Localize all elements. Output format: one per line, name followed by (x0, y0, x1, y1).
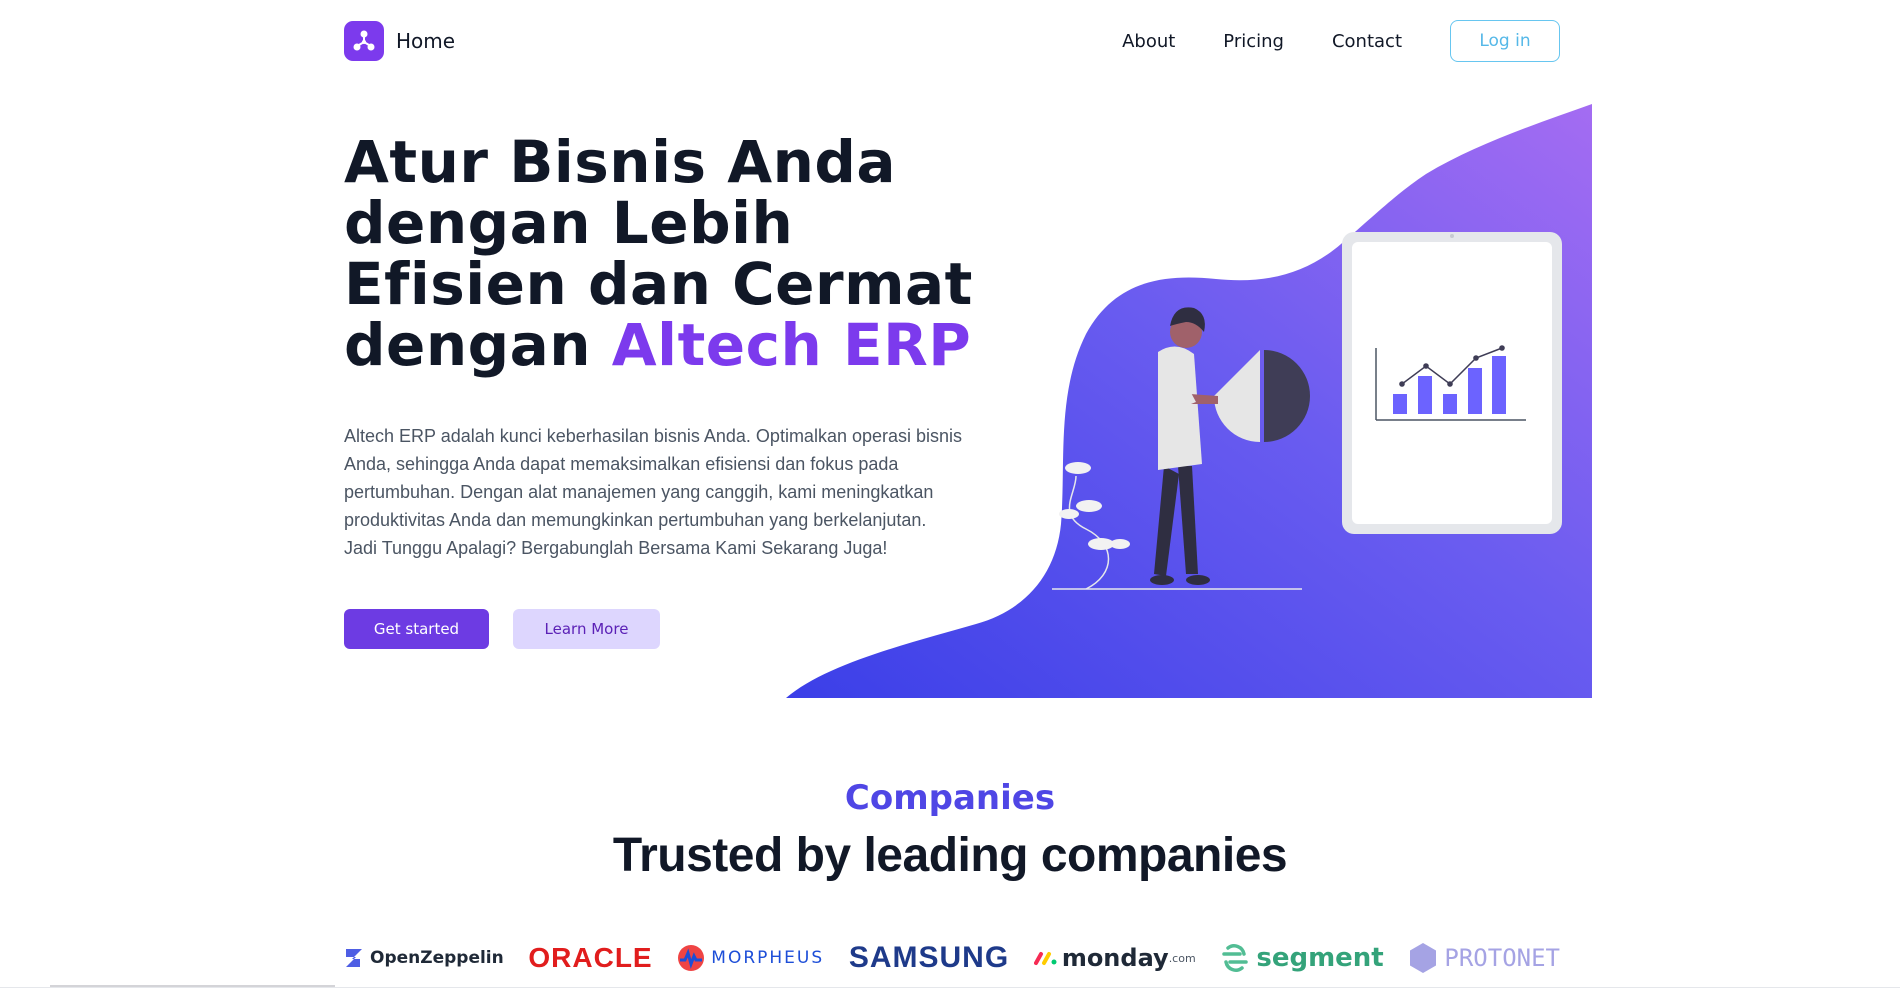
tablet-device (1342, 232, 1562, 534)
hero-title-prefix: dengan (344, 311, 612, 379)
logo-oracle-text: ORACLE (528, 942, 653, 973)
nav-link-contact[interactable]: Contact (1332, 31, 1402, 52)
logo-samsung: SAMSUNG (849, 941, 1009, 975)
logo-monday-text: monday (1061, 944, 1169, 972)
brand-label: Home (396, 29, 456, 53)
monday-icon (1033, 952, 1057, 965)
logo-openzeppelin: OpenZeppelin (344, 947, 504, 969)
brand-logo-icon (344, 21, 384, 61)
segment-icon (1222, 944, 1249, 972)
brand-home-link[interactable]: Home (344, 21, 455, 61)
logo-monday-suffix: .com (1168, 951, 1196, 965)
protonet-icon (1410, 943, 1437, 973)
logo-morpheus: MORPHEUS (677, 944, 824, 972)
logo-segment-text: segment (1256, 943, 1384, 973)
logo-oracle: ORACLE (528, 942, 652, 974)
horizontal-scrollbar[interactable] (50, 985, 335, 987)
learn-more-button[interactable]: Learn More (513, 609, 660, 649)
logo-protonet-text: PROTONET (1444, 944, 1560, 972)
logo-monday: monday .com (1033, 944, 1196, 972)
get-started-button[interactable]: Get started (344, 609, 489, 649)
openzeppelin-icon (346, 949, 362, 967)
companies-title: Trusted by leading companies (612, 829, 1288, 882)
nav-link-about[interactable]: About (1122, 31, 1175, 52)
nav-link-pricing[interactable]: Pricing (1223, 31, 1284, 52)
company-logos: OpenZeppelin ORACLE MORPHEUS SAMSUNG mon… (344, 938, 1560, 978)
companies-eyebrow: Companies (844, 778, 1056, 818)
logo-morpheus-text: MORPHEUS (711, 948, 825, 968)
navbar: Home About Pricing Contact Log in (344, 20, 1560, 64)
logo-openzeppelin-text: OpenZeppelin (370, 948, 504, 968)
logo-samsung-text: SAMSUNG (848, 941, 1010, 974)
hero-title-line-2: dengan Lebih (344, 189, 794, 257)
logo-segment: segment (1220, 943, 1384, 973)
morpheus-icon (678, 945, 705, 971)
hero-illustration (786, 104, 1592, 698)
bottom-divider (0, 987, 1900, 988)
logo-protonet: PROTONET (1408, 942, 1560, 974)
nav-links: About Pricing Contact Log in (1122, 20, 1560, 62)
login-button[interactable]: Log in (1450, 20, 1560, 62)
